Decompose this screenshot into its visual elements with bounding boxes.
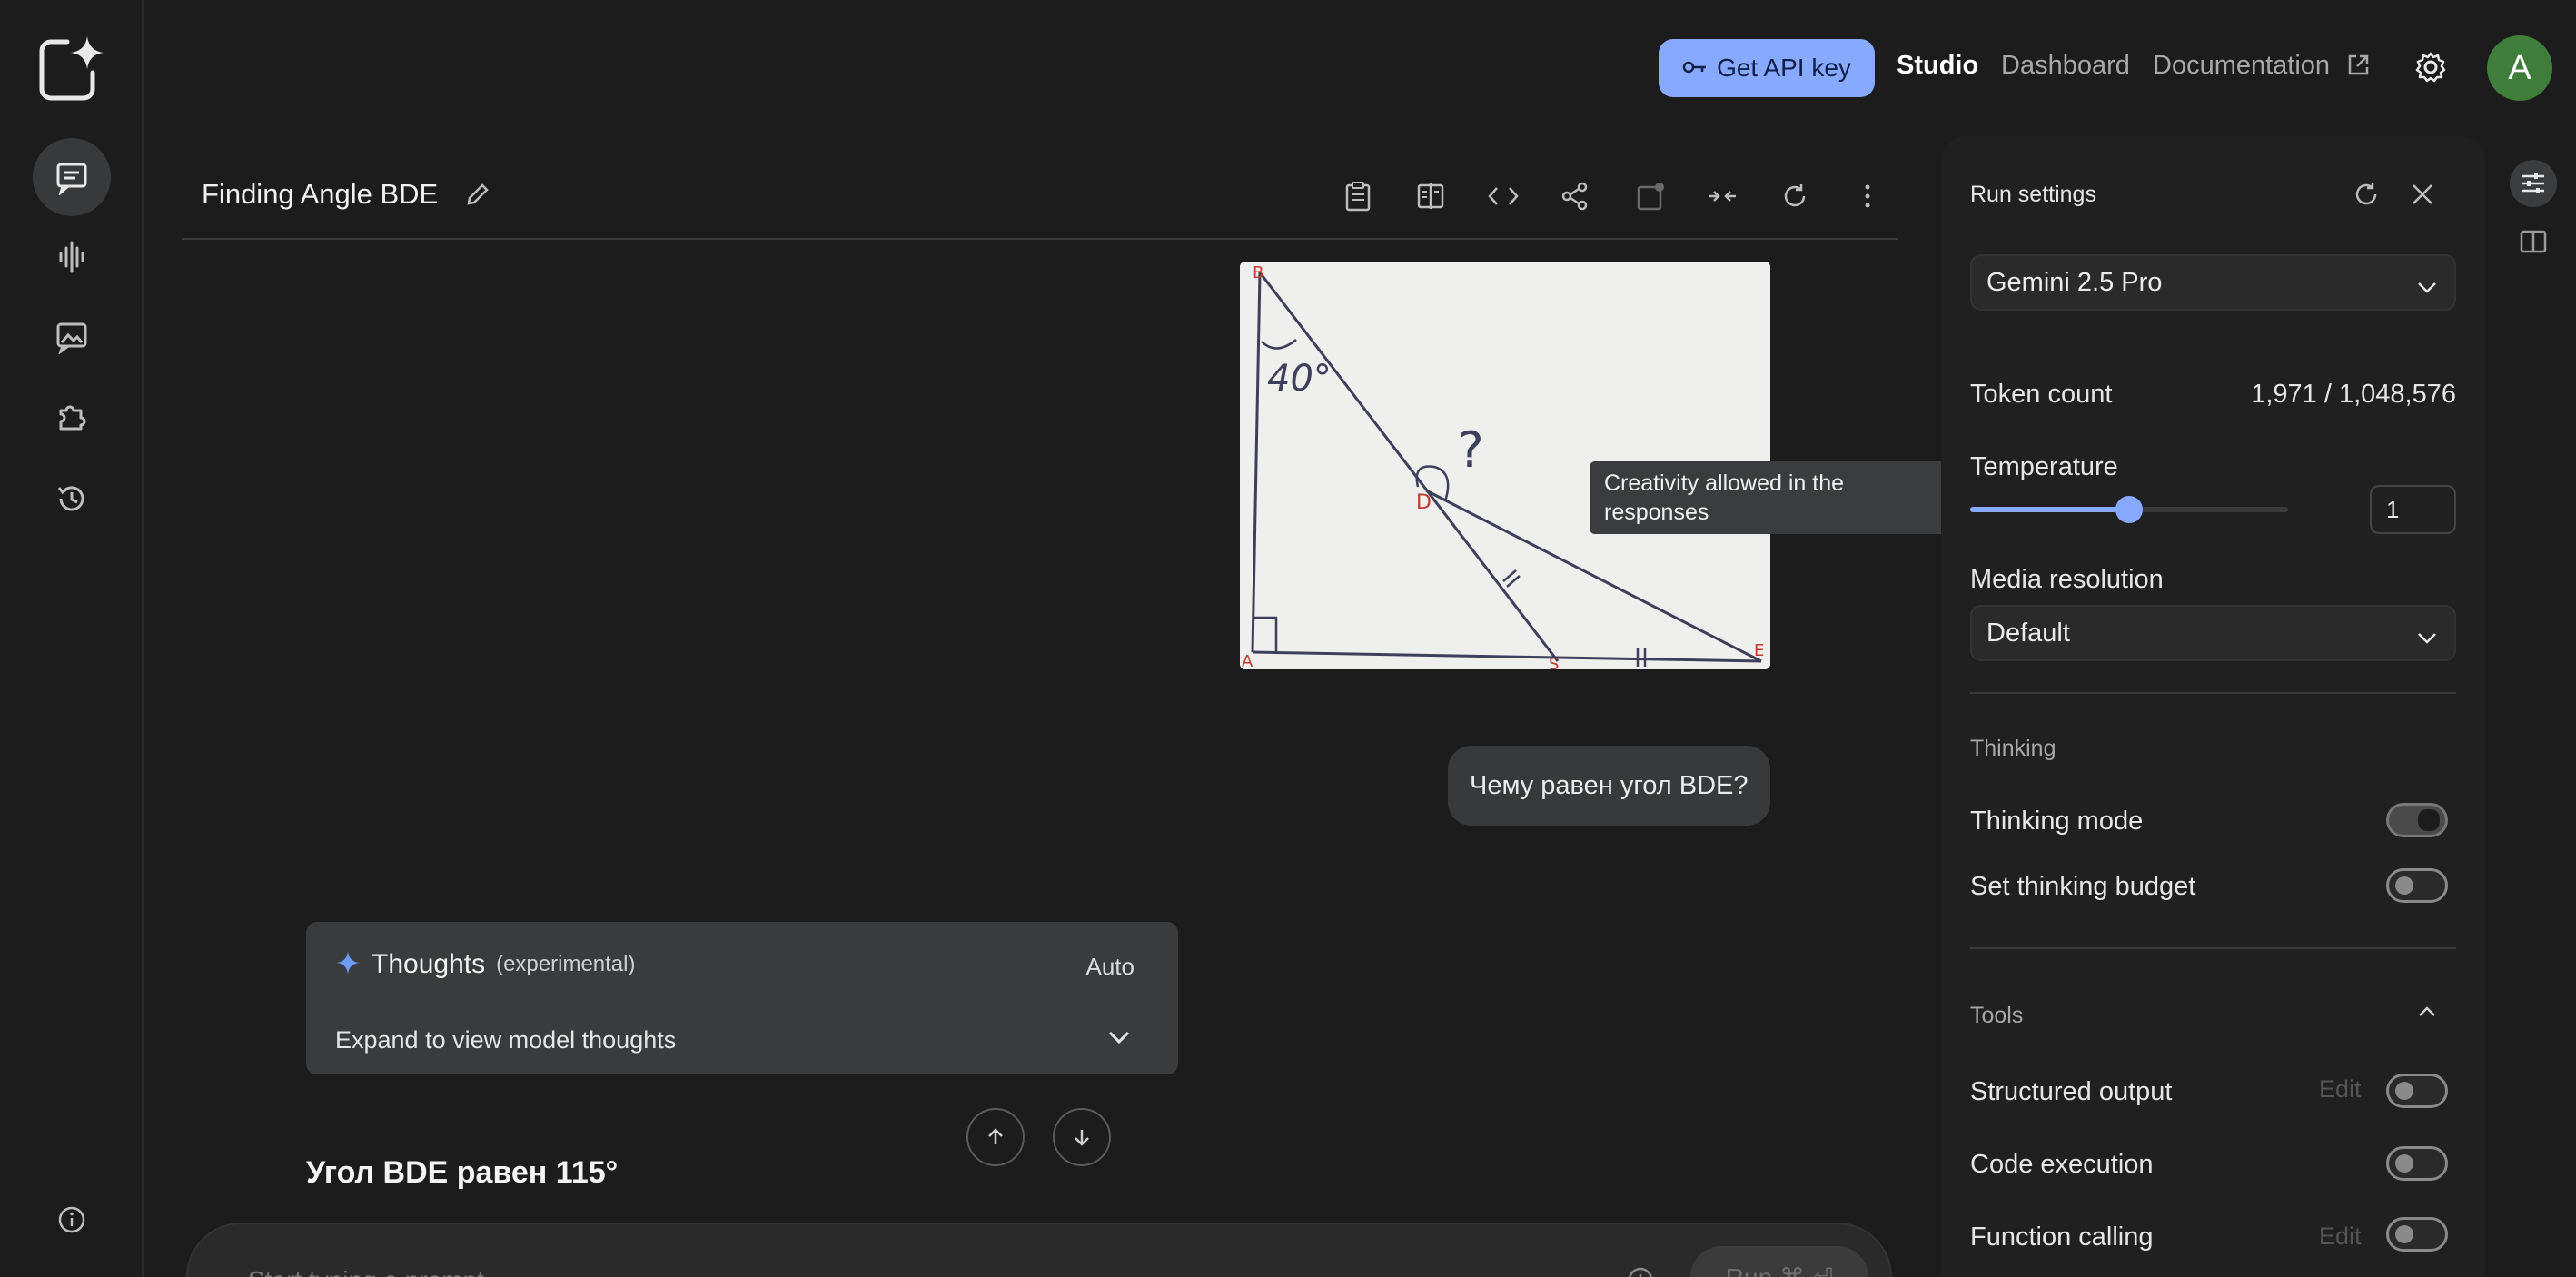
save-disabled-icon[interactable] xyxy=(1633,178,1669,214)
external-link-icon xyxy=(2345,53,2371,83)
user-avatar[interactable]: A xyxy=(2487,35,2552,101)
structured-output-toggle[interactable] xyxy=(2386,1074,2448,1108)
chevron-down-icon[interactable] xyxy=(1107,1029,1131,1050)
temperature-input[interactable]: 1 xyxy=(2370,485,2456,534)
temperature-slider[interactable] xyxy=(1970,496,2288,523)
user-message-bubble: Чему равен угол BDE? xyxy=(1448,746,1770,826)
settings-gear-icon[interactable] xyxy=(2413,49,2449,90)
get-api-key-button[interactable]: Get API key xyxy=(1659,39,1875,97)
temperature-slider-fill xyxy=(1970,507,2129,512)
reset-settings-icon[interactable] xyxy=(2352,180,2381,213)
run-settings-title: Run settings xyxy=(1970,182,2096,207)
prompt-input-container[interactable]: Start typing a prompt Run ⌘ ⏎ xyxy=(186,1223,1892,1277)
media-resolution-label: Media resolution xyxy=(1970,565,2164,594)
info-icon[interactable] xyxy=(33,1181,111,1259)
code-icon[interactable] xyxy=(1485,178,1521,214)
close-panel-icon[interactable] xyxy=(2410,182,2435,212)
chevron-down-icon xyxy=(2416,272,2438,302)
media-resolution-select[interactable]: Default xyxy=(1970,605,2456,661)
dashboard-widget-icon[interactable] xyxy=(2510,218,2557,265)
structured-output-edit[interactable]: Edit xyxy=(2319,1075,2362,1104)
function-calling-edit[interactable]: Edit xyxy=(2319,1223,2362,1251)
structured-output-label: Structured output xyxy=(1970,1077,2173,1106)
code-execution-label: Code execution xyxy=(1970,1150,2154,1179)
edit-title-icon[interactable] xyxy=(463,180,492,213)
more-options-icon[interactable] xyxy=(1849,178,1886,214)
thinking-budget-label: Set thinking budget xyxy=(1970,872,2196,901)
question-mark-label: ? xyxy=(1458,421,1484,479)
clipboard-icon[interactable] xyxy=(1340,178,1376,214)
share-icon[interactable] xyxy=(1557,178,1593,214)
model-select[interactable]: Gemini 2.5 Pro xyxy=(1970,254,2456,311)
thinking-mode-label: Thinking mode xyxy=(1970,807,2144,836)
run-button[interactable]: Run ⌘ ⏎ xyxy=(1690,1246,1868,1277)
compare-icon[interactable] xyxy=(1412,178,1449,214)
sparkle-icon xyxy=(335,950,361,980)
temperature-slider-thumb[interactable] xyxy=(2115,496,2143,523)
model-select-value: Gemini 2.5 Pro xyxy=(1986,267,2163,297)
vertex-e-label: E xyxy=(1754,641,1764,660)
thoughts-mode: Auto xyxy=(1085,953,1135,980)
token-count-value: 1,971 / 1,048,576 xyxy=(2251,380,2456,409)
thinking-section-label: Thinking xyxy=(1970,736,2056,761)
temperature-label: Temperature xyxy=(1970,452,2118,481)
documentation-link[interactable]: Documentation xyxy=(2153,51,2330,81)
scroll-up-button[interactable] xyxy=(966,1108,1025,1166)
temperature-tooltip: Creativity allowed in the responses xyxy=(1590,461,1953,534)
studio-link[interactable]: Studio xyxy=(1897,51,1978,81)
media-resolution-value: Default xyxy=(1986,618,2070,648)
vertex-s-label: S xyxy=(1549,655,1559,669)
vertex-d-label: D xyxy=(1416,491,1432,514)
app-logo-icon[interactable] xyxy=(35,33,107,105)
thinking-mode-toggle[interactable] xyxy=(2386,803,2448,837)
refresh-icon[interactable] xyxy=(1777,178,1813,214)
tune-settings-icon[interactable] xyxy=(2510,160,2557,207)
history-nav-icon[interactable] xyxy=(33,460,111,538)
chat-header: Finding Angle BDE xyxy=(182,154,1898,240)
media-gen-nav-icon[interactable] xyxy=(33,297,111,375)
key-icon xyxy=(1682,54,1708,83)
tools-section-label: Tools xyxy=(1970,1003,2024,1028)
token-count-label: Token count xyxy=(1970,380,2113,409)
thoughts-experimental-tag: (experimental) xyxy=(496,952,636,976)
model-answer: Угол BDE равен 115° xyxy=(306,1155,619,1190)
compress-icon[interactable] xyxy=(1704,178,1740,214)
run-settings-panel: Run settings Gemini 2.5 Pro Token count … xyxy=(1941,136,2485,1277)
function-calling-toggle[interactable] xyxy=(2386,1217,2448,1252)
expand-thoughts-label[interactable]: Expand to view model thoughts xyxy=(335,1026,676,1054)
thinking-budget-toggle[interactable] xyxy=(2386,868,2448,903)
add-media-icon[interactable] xyxy=(1627,1266,1654,1277)
vertex-b-label: B xyxy=(1253,263,1263,282)
angle-40-label: 40° xyxy=(1267,358,1332,400)
chat-nav-icon[interactable] xyxy=(33,138,111,216)
thoughts-title: Thoughts xyxy=(372,949,486,979)
divider xyxy=(1970,947,2456,949)
function-calling-label: Function calling xyxy=(1970,1223,2154,1252)
chat-title: Finding Angle BDE xyxy=(202,178,439,210)
scroll-down-button[interactable] xyxy=(1053,1108,1111,1166)
arrow-up-icon xyxy=(988,1128,1003,1144)
vertex-a-label: A xyxy=(1242,652,1253,669)
build-apps-nav-icon[interactable] xyxy=(33,377,111,455)
get-api-key-label: Get API key xyxy=(1717,54,1851,82)
thoughts-panel[interactable]: Thoughts (experimental) Auto Expand to v… xyxy=(306,922,1178,1074)
prompt-input[interactable]: Start typing a prompt xyxy=(248,1266,484,1277)
chevron-down-icon xyxy=(2416,623,2438,653)
chevron-up-icon[interactable] xyxy=(2417,1005,2437,1024)
arrow-down-icon xyxy=(1075,1130,1089,1146)
divider xyxy=(1970,692,2456,694)
code-execution-toggle[interactable] xyxy=(2386,1146,2448,1181)
stream-audio-nav-icon[interactable] xyxy=(33,218,111,296)
dashboard-link[interactable]: Dashboard xyxy=(2001,51,2130,81)
left-sidebar xyxy=(0,0,144,1277)
